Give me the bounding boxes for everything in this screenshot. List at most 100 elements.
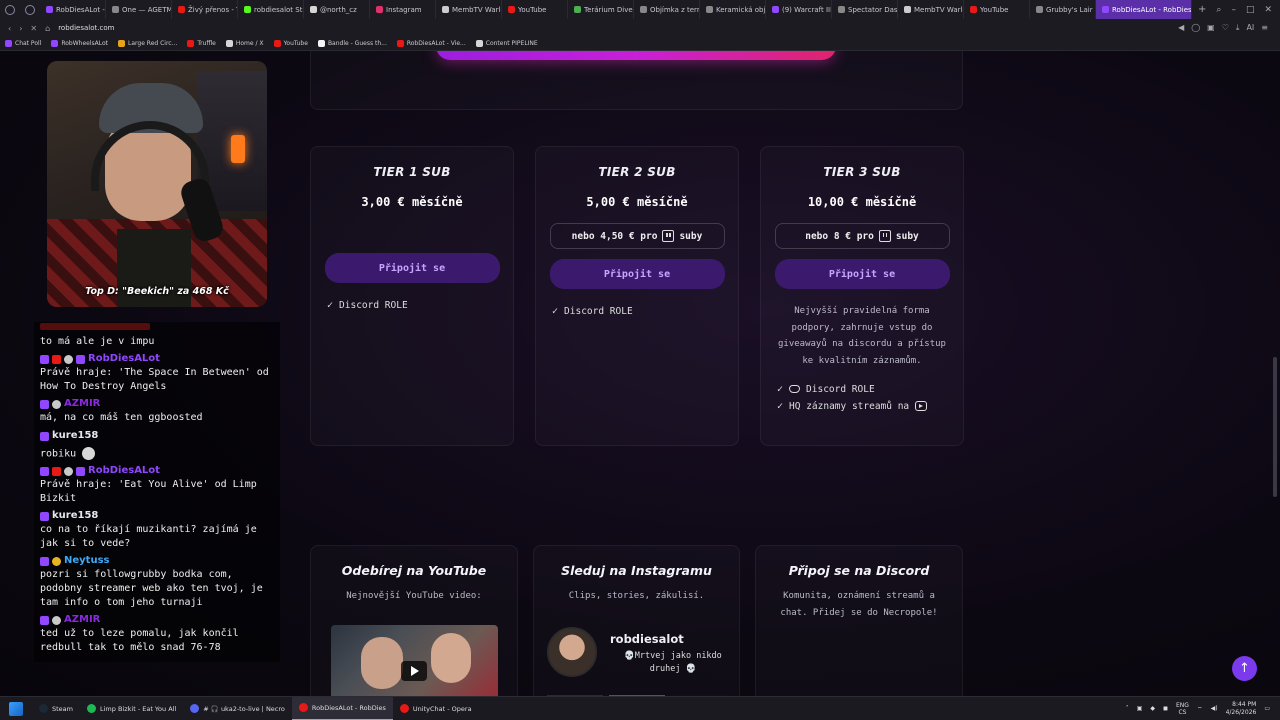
messenger-icon[interactable]: ◯	[1191, 23, 1200, 33]
browser-tab[interactable]: RobDiesALot -	[40, 0, 106, 19]
bookmark-favicon-icon	[475, 40, 483, 47]
bookmark-item[interactable]: Bandle - Guess th...	[313, 40, 392, 47]
tray-app-icon[interactable]: ◆	[1150, 705, 1155, 712]
browser-tab[interactable]: Grubby's Lair	[1030, 0, 1096, 19]
browser-tab[interactable]: YouTube	[964, 0, 1030, 19]
notifications-icon[interactable]: ▭	[1264, 705, 1270, 712]
browser-tab[interactable]: YouTube	[502, 0, 568, 19]
feature-item: ✓ HQ záznamy streamů na	[777, 398, 963, 414]
reload-icon[interactable]: ✕	[30, 24, 37, 33]
bookmark-favicon-icon	[5, 40, 12, 47]
network-icon[interactable]: ⌔	[1197, 705, 1203, 713]
browser-tab[interactable]: MembTV Warlo	[898, 0, 964, 19]
chat-username[interactable]: RobDiesALot	[88, 352, 160, 366]
tier-3-join-button[interactable]: Připojit se	[774, 259, 950, 289]
tab-favicon-icon	[376, 6, 383, 13]
bookmark-item[interactable]: RobWheelsALot	[46, 40, 113, 47]
badge-icon	[64, 466, 73, 476]
chat-user: RobDiesALot	[40, 464, 276, 478]
taskbar-app[interactable]: # 🎧 uka2-to-live | Necro	[183, 697, 292, 720]
url-field[interactable]: robdiesalot.com	[58, 24, 114, 32]
chat-username[interactable]: kure158	[52, 509, 98, 523]
feature-item: ✓ Discord ROLE	[327, 297, 513, 313]
bookmark-item[interactable]: Large Red Circ...	[113, 40, 182, 47]
youtube-video-thumbnail[interactable]	[331, 625, 498, 696]
chat-username[interactable]: RobDiesALot	[88, 464, 160, 478]
clock[interactable]: 8:44 PM 4/26/2026	[1226, 701, 1257, 717]
speaker-icon[interactable]: ◀	[1178, 23, 1184, 33]
broadcaster-badge-icon	[52, 354, 61, 364]
chat-user: AZMIR	[40, 613, 276, 627]
chat-username[interactable]: AZMIR	[64, 397, 100, 411]
back-icon[interactable]: ‹	[8, 24, 11, 33]
browser-tab[interactable]: (9) Warcraft III	[766, 0, 832, 19]
volume-icon[interactable]: ◀)	[1211, 705, 1218, 712]
maximize-icon[interactable]: □	[1246, 5, 1255, 15]
tab-label: Živý přenos - Y	[188, 5, 238, 14]
bookmark-item[interactable]: YouTube	[269, 40, 313, 47]
browser-tab[interactable]: Keramická obje	[700, 0, 766, 19]
new-tab-icon[interactable]: +	[1192, 4, 1212, 15]
chat-text: robiku	[40, 447, 276, 462]
scroll-to-top-button[interactable]: ↑	[1232, 656, 1257, 681]
taskbar-app[interactable]: Limp Bizkit - Eat You All	[80, 697, 183, 720]
taskbar-app[interactable]: Steam	[32, 697, 80, 720]
download-icon[interactable]: ⤓	[1236, 23, 1240, 33]
browser-tab[interactable]: @north_cz	[304, 0, 370, 19]
tray-app-icon[interactable]: ▣	[1137, 705, 1143, 712]
browser-tab[interactable]: MembTV Warlo	[436, 0, 502, 19]
bookmark-item[interactable]: Home / X	[221, 40, 269, 47]
chat-username[interactable]: AZMIR	[64, 613, 100, 627]
ai-icon[interactable]: AI	[1246, 23, 1254, 33]
bookmark-item[interactable]: Truffle	[182, 40, 221, 47]
bookmark-item[interactable]: Content PIPELINE	[471, 40, 543, 47]
opera-menu-icon[interactable]	[5, 4, 15, 15]
bookmark-favicon-icon	[317, 40, 325, 47]
browser-tab[interactable]: Živý přenos - Y	[172, 0, 238, 19]
gradient-button[interactable]	[436, 51, 836, 60]
taskbar-app[interactable]: RobDiesALot - RobDies	[291, 696, 393, 720]
search-tabs-icon[interactable]: ⌕	[1216, 5, 1221, 15]
taskbar-app-icon	[39, 704, 48, 713]
chevron-up-icon[interactable]: ˄	[1126, 705, 1129, 712]
browser-tab[interactable]: Objímka z term	[634, 0, 700, 19]
tray-app-icon[interactable]: ◼	[1163, 705, 1168, 712]
avatar[interactable]	[547, 627, 597, 677]
subscriber-badge-icon	[40, 399, 49, 409]
camera-icon[interactable]: ▣	[1207, 23, 1215, 33]
scrollbar[interactable]	[1272, 51, 1278, 696]
feature-label: Discord ROLE	[564, 305, 633, 317]
browser-tab[interactable]: RobDiesALot - RobDiesAl	[1096, 0, 1192, 19]
browser-tab[interactable]: Spectator Dash	[832, 0, 898, 19]
menu-icon[interactable]: ≡	[1261, 23, 1268, 33]
tab-favicon-icon	[1102, 6, 1109, 13]
browser-tab[interactable]: robdiesalot Stre	[238, 0, 304, 19]
minimize-icon[interactable]: –	[1231, 5, 1236, 15]
workspaces-icon[interactable]	[25, 4, 35, 15]
language-indicator[interactable]: ENG CS	[1176, 702, 1189, 716]
chat-username[interactable]: Neytuss	[64, 554, 109, 568]
feature-label: Discord ROLE	[806, 383, 875, 395]
chat-username[interactable]: kure158	[52, 429, 98, 443]
tab-favicon-icon	[46, 6, 53, 13]
forward-icon[interactable]: ›	[19, 24, 22, 33]
heart-icon[interactable]: ♡	[1222, 23, 1229, 33]
scrollbar-thumb[interactable]	[1273, 357, 1277, 497]
taskbar-app[interactable]: UnityChat - Opera	[393, 697, 479, 720]
tab-favicon-icon	[838, 6, 845, 13]
home-icon[interactable]: ⌂	[45, 24, 50, 33]
play-icon[interactable]	[401, 661, 427, 681]
bookmark-item[interactable]: RobDiesALot - Vie...	[392, 40, 471, 47]
start-button-icon[interactable]	[9, 701, 23, 716]
bookmark-label: Truffle	[197, 40, 216, 47]
close-icon[interactable]: ✕	[1264, 5, 1272, 15]
browser-tab[interactable]: Terárium Dive	[568, 0, 634, 19]
browser-tab[interactable]: Instagram	[370, 0, 436, 19]
tier-1-join-button[interactable]: Připojit se	[324, 253, 500, 283]
thumbnail-face	[431, 633, 471, 683]
instagram-handle[interactable]: robdiesalot	[610, 632, 684, 646]
lang-top: ENG	[1176, 701, 1189, 709]
tier-2-join-button[interactable]: Připojit se	[549, 259, 725, 289]
browser-tab[interactable]: One — AGETM	[106, 0, 172, 19]
bookmark-item[interactable]: Chat Poll	[0, 40, 46, 47]
